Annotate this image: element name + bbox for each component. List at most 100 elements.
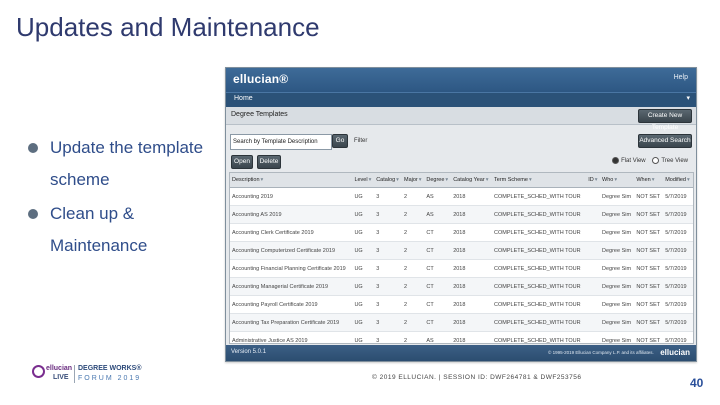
table-row[interactable]: Accounting Computerized Certificate 2019… xyxy=(230,241,693,260)
table-cell: 2 xyxy=(401,313,425,332)
app-footer: Version 5.0.1 © 1995-2019 Ellucian Compa… xyxy=(226,345,696,361)
table-header-row: Description▾ Level▾ Catalog▾ Major▾ Degree▾ C… xyxy=(230,173,693,188)
template-search-input[interactable] xyxy=(230,134,332,150)
table-cell: UG xyxy=(352,331,375,343)
brand-divider xyxy=(74,365,75,383)
table-cell: NOT SET xyxy=(634,277,664,296)
sort-icon[interactable]: ▾ xyxy=(445,177,448,183)
table-row[interactable]: Accounting Tax Preparation Certificate 2… xyxy=(230,313,693,332)
table-cell: 3 xyxy=(374,241,402,260)
column-header-label: Level xyxy=(354,177,368,183)
table-cell: NOT SET xyxy=(634,259,664,278)
column-header[interactable]: ID▾ xyxy=(586,173,600,188)
column-header[interactable]: When▾ xyxy=(634,173,664,188)
table-row[interactable]: Accounting AS 2019 UG 3 2 AS 2018 COMPLETE_SCH… xyxy=(230,205,693,224)
column-header[interactable]: Description▾ xyxy=(230,173,353,188)
table-cell: Degree Sim xyxy=(600,223,635,242)
table-cell: 2 xyxy=(401,205,425,224)
sort-icon[interactable]: ▾ xyxy=(486,177,489,183)
table-cell: COMPLETE_SCHED_WITH TOUR xyxy=(492,331,587,343)
table-cell xyxy=(586,241,600,260)
table-cell: Degree Sim xyxy=(600,241,635,260)
table-cell: 2 xyxy=(401,223,425,242)
flat-view-radio[interactable] xyxy=(612,157,620,164)
table-cell: COMPLETE_SCHED_WITH TOUR xyxy=(492,205,587,224)
table-cell: COMPLETE_SCHED_WITH TOUR xyxy=(492,277,587,296)
bullet-item-clean-up: Clean up & Maintenance xyxy=(28,198,218,262)
filter-label: Filter xyxy=(354,138,368,144)
templates-table: Description▾ Level▾ Catalog▾ Major▾ Degree▾ C… xyxy=(229,172,694,344)
table-cell: 5/7/2019 xyxy=(663,277,693,296)
help-link[interactable]: Help xyxy=(674,74,688,81)
table-cell: AS xyxy=(424,205,452,224)
table-cell: NOT SET xyxy=(634,241,664,260)
column-header[interactable]: Catalog Year▾ xyxy=(451,173,493,188)
column-header[interactable]: Who▾ xyxy=(600,173,635,188)
column-header[interactable]: Level▾ xyxy=(352,173,375,188)
sort-icon[interactable]: ▾ xyxy=(652,177,655,183)
table-cell: COMPLETE_SCHED_WITH TOUR xyxy=(492,187,587,206)
table-cell xyxy=(586,331,600,343)
bullet-text: Clean up & xyxy=(50,204,135,223)
table-cell: 2018 xyxy=(451,277,493,296)
sort-icon[interactable]: ▾ xyxy=(369,177,372,183)
go-button[interactable]: Go xyxy=(332,134,348,148)
table-cell: Accounting Clerk Certificate 2019 xyxy=(230,223,353,242)
sort-icon[interactable]: ▾ xyxy=(261,177,264,183)
table-cell: 5/7/2019 xyxy=(663,295,693,314)
open-button[interactable]: Open xyxy=(231,155,253,169)
brand-ellucian: ellucian xyxy=(46,365,73,372)
advanced-search-button[interactable]: Advanced Search xyxy=(638,134,692,148)
sort-icon[interactable]: ▾ xyxy=(614,177,617,183)
table-cell: 3 xyxy=(374,259,402,278)
delete-button[interactable]: Delete xyxy=(257,155,281,169)
bullet-text-continued: Maintenance xyxy=(50,236,148,255)
sort-icon[interactable]: ▾ xyxy=(529,177,532,183)
brand-forum: FORUM 2019 xyxy=(78,375,142,382)
table-row[interactable]: Accounting Financial Planning Certificat… xyxy=(230,259,693,278)
table-row[interactable]: Accounting Clerk Certificate 2019 UG 3 2 CT 2… xyxy=(230,223,693,242)
table-row[interactable]: Accounting Payroll Certificate 2019 UG 3 2 C… xyxy=(230,295,693,314)
tree-view-radio[interactable] xyxy=(652,157,660,164)
table-cell: Accounting Payroll Certificate 2019 xyxy=(230,295,353,314)
column-header-label: Degree xyxy=(426,177,445,183)
table-cell: UG xyxy=(352,241,375,260)
bullet-text: Update the template xyxy=(50,138,204,157)
table-cell: Degree Sim xyxy=(600,259,635,278)
bullet-list: Update the template scheme Clean up & Ma… xyxy=(28,132,218,264)
table-cell xyxy=(586,259,600,278)
chevron-down-icon[interactable]: ▾ xyxy=(686,94,690,102)
table-cell: 5/7/2019 xyxy=(663,241,693,260)
column-header[interactable]: Major▾ xyxy=(401,173,425,188)
table-cell: 2018 xyxy=(451,187,493,206)
table-cell: UG xyxy=(352,259,375,278)
table-cell: Accounting Tax Preparation Certificate 2… xyxy=(230,313,353,332)
column-header[interactable]: Term Scheme▾ xyxy=(492,173,587,188)
column-header[interactable]: Degree▾ xyxy=(424,173,452,188)
table-cell: AS xyxy=(424,187,452,206)
sort-icon[interactable]: ▾ xyxy=(687,177,690,183)
table-cell: Accounting 2019 xyxy=(230,187,353,206)
table-cell: COMPLETE_SCHED_WITH TOUR xyxy=(492,295,587,314)
sort-icon[interactable]: ▾ xyxy=(396,177,399,183)
column-header-label: Catalog Year xyxy=(453,177,485,183)
table-cell: NOT SET xyxy=(634,187,664,206)
column-header-label: Description xyxy=(232,177,260,183)
table-cell: 3 xyxy=(374,277,402,296)
column-header[interactable]: Catalog▾ xyxy=(374,173,402,188)
table-cell: 2 xyxy=(401,331,425,343)
sort-icon[interactable]: ▾ xyxy=(419,177,422,183)
table-row[interactable]: Accounting 2019 UG 3 2 AS 2018 COMPLETE_SCHED_… xyxy=(230,187,693,206)
table-cell: 2 xyxy=(401,241,425,260)
table-row[interactable]: Accounting Managerial Certificate 2019 UG… xyxy=(230,277,693,296)
create-template-button[interactable]: Create New Template xyxy=(638,109,692,131)
column-header[interactable]: Modified▾ xyxy=(663,173,693,188)
nav-home[interactable]: Home xyxy=(234,95,253,102)
sort-icon[interactable]: ▾ xyxy=(595,177,598,183)
table-cell: UG xyxy=(352,205,375,224)
nav-bar: Home ▾ xyxy=(226,92,696,107)
table-cell: 2018 xyxy=(451,241,493,260)
bullet-dot-icon xyxy=(28,209,38,219)
app-header: ellucian® Help xyxy=(226,68,696,92)
table-row[interactable]: Administrative Justice AS 2019 UG 3 2 AS 2018… xyxy=(230,331,693,343)
